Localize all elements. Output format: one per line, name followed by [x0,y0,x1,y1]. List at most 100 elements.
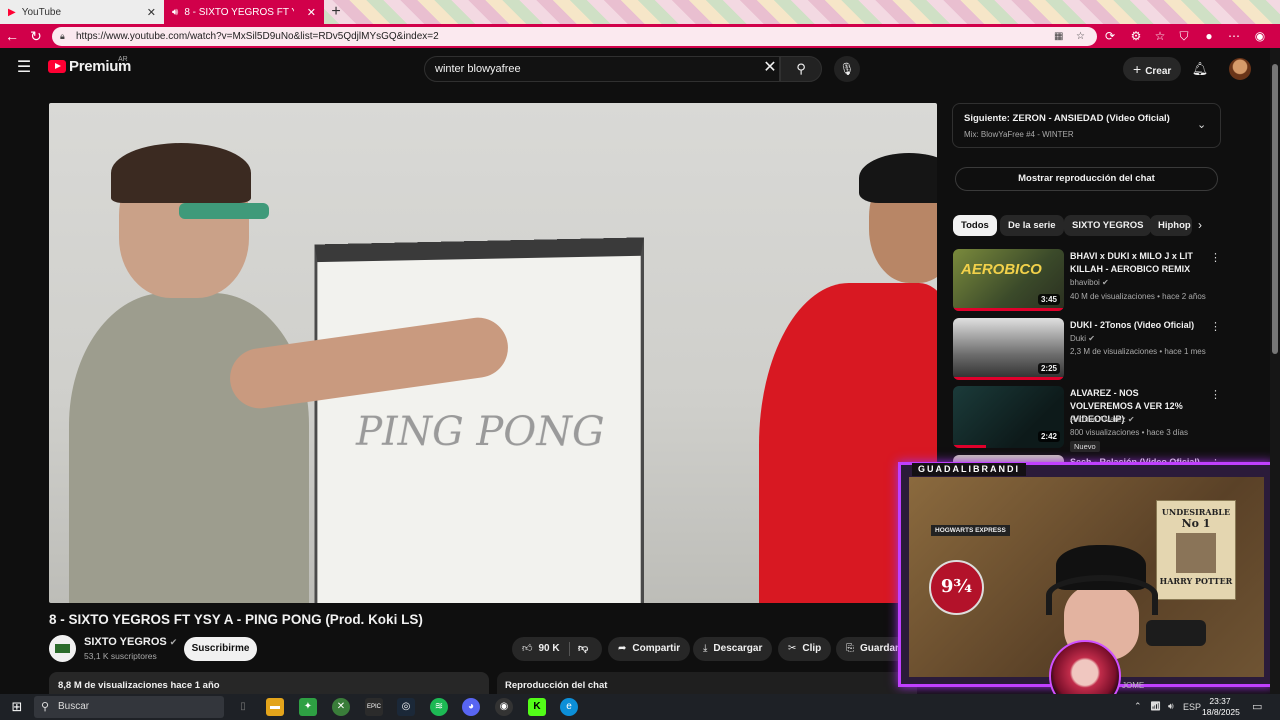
refresh-button[interactable]: ↻ [24,24,48,48]
tab-label: 8 - SIXTO YEGROS FT YSY A [184,6,294,18]
recommendation-item[interactable]: 2:42 ALVAREZ - NOS VOLVEREMOS A VER 12% … [953,386,1221,452]
kick-icon[interactable]: K [528,698,546,716]
new-tab-button[interactable]: + [326,2,346,22]
spotify-icon[interactable]: ≋ [430,698,448,716]
translate-icon[interactable]: ⚙ [1124,24,1148,48]
search-box[interactable] [424,56,780,82]
dislike-button[interactable]: 👎︎ [578,637,588,661]
clock-time: 23:37 [1209,696,1231,706]
wifi-icon[interactable]: 📶︎ [1150,701,1161,712]
taskbar-clock[interactable]: 23:37 18/8/2025 [1202,696,1240,718]
wanted-poster: UNDESIRABLE No 1 HARRY POTTER [1156,500,1236,600]
taskbar-search[interactable]: ⚲ Buscar [34,696,224,718]
youtube-header: ☰ Premium AR ✕ ⚲ 🎙︎ +Crear 🔔︎ [0,48,1270,90]
create-button[interactable]: + Crear [1123,57,1182,81]
favorite-star-icon[interactable]: ☆ [1076,27,1085,46]
scissors-icon: ✂ [788,643,797,654]
more-options-icon[interactable]: ⋮ [1210,320,1221,333]
duration-badge: 2:25 [1037,363,1060,374]
xbox-icon[interactable]: ✕ [332,698,350,716]
show-chat-replay-button[interactable]: Mostrar reproducción del chat [955,167,1218,191]
tab-video[interactable]: 🔊︎ 8 - SIXTO YEGROS FT YSY A ✕ [164,0,324,24]
chip-sixto-yegros[interactable]: SIXTO YEGROS [1064,215,1152,236]
subscriber-count: 53,1 K suscriptores [84,651,157,661]
video-thumbnail[interactable]: 2:25 [953,318,1064,380]
file-explorer-icon[interactable]: ▬ [266,698,284,716]
video-thumbnail[interactable]: 2:42 [953,386,1064,448]
shield-icon[interactable]: ⛉ [1172,24,1196,48]
verified-icon: ✔ [1127,415,1135,424]
page-scrollbar[interactable] [1270,48,1280,694]
clear-search-icon[interactable]: ✕ [760,58,780,78]
extension-icon[interactable]: ⟳ [1098,24,1122,48]
download-icon: ⤓ [703,643,708,654]
rec-channel: bhaviboi ✔ [1070,278,1109,287]
chip-todos[interactable]: Todos [953,215,997,236]
windows-start-icon[interactable]: ⊞ [8,698,26,716]
steam-icon[interactable]: ◎ [397,698,415,716]
edge-browser-icon[interactable]: e [560,698,578,716]
notifications-bell-icon[interactable]: 🔔︎ [1190,59,1210,79]
url-field[interactable]: 🔒︎ https://www.youtube.com/watch?v=MxSil… [52,27,1097,46]
more-menu-icon[interactable]: ⋯ [1222,24,1246,48]
youtube-logo[interactable]: Premium AR [48,56,131,75]
like-button[interactable]: 👍︎ 90 K [522,643,560,654]
share-icon: ➦ [618,643,627,654]
close-tab-icon[interactable]: ✕ [147,6,156,19]
chevron-right-icon[interactable]: › [1198,218,1202,232]
search-button[interactable]: ⚲ [780,56,822,82]
verified-icon: ✔ [169,637,178,647]
app-green-icon[interactable]: ✦ [299,698,317,716]
channel-avatar[interactable] [49,635,76,662]
microphone-icon: 🎙︎ [839,62,855,76]
recommendation-item[interactable]: 2:25 DUKI - 2Tonos (Video Oficial) Duki … [953,318,1221,383]
copilot-icon[interactable]: ◉ [1248,24,1272,48]
voice-search-button[interactable]: 🎙︎ [834,56,860,82]
discord-icon[interactable]: ◕ [462,698,480,716]
verified-icon: ✔ [1088,334,1095,343]
like-dislike-group: 👍︎ 90 K 👎︎ [512,637,602,661]
task-view-icon[interactable]: ▯ [234,698,252,716]
reader-view-icon[interactable]: ▦ [1054,27,1063,46]
audio-playing-icon[interactable]: 🔊︎ [172,7,178,18]
close-tab-icon[interactable]: ✕ [307,6,316,19]
save-label: Guardar [860,643,899,654]
chip-hiphop[interactable]: Hiphop [1150,215,1192,236]
chevron-up-icon[interactable]: ⌃ [1134,701,1142,712]
download-button[interactable]: ⤓ Descargar [693,637,773,661]
obs-icon[interactable]: ◉ [495,698,513,716]
volume-icon[interactable]: 🔊︎ [1168,701,1174,712]
profile-icon[interactable]: ● [1197,24,1221,48]
region-code: AR [118,56,128,63]
recommendation-item[interactable]: AEROBICO 3:45 BHAVI x DUKI x MILO J x LI… [953,249,1221,314]
subscribe-button[interactable]: Suscribirme [184,637,257,661]
scrollbar-thumb[interactable] [1272,64,1278,354]
favorites-icon[interactable]: ☆ [1148,24,1172,48]
channel-name[interactable]: SIXTO YEGROS ✔ [84,636,177,648]
microphone-prop [1146,620,1206,646]
epic-games-icon[interactable]: EPIC [365,698,383,716]
playlist-next-box[interactable]: Siguiente: ZERON - ANSIEDAD (Video Ofici… [952,103,1221,148]
new-badge: Nuevo [1070,441,1100,452]
rec-meta: 2,3 M de visualizaciones • hace 1 mes [1070,347,1206,356]
video-player[interactable]: PING PONG [49,103,937,603]
mix-name: Mix: BlowYaFree #4 - WINTER [964,130,1074,139]
language-indicator[interactable]: ESP [1183,702,1201,712]
back-button[interactable]: ← [0,24,24,48]
search-icon: ⚲ [796,61,806,76]
menu-icon[interactable]: ☰ [14,58,34,78]
account-avatar[interactable] [1229,58,1251,80]
clip-button[interactable]: ✂ Clip [778,637,832,661]
search-input[interactable] [435,63,735,75]
like-count: 90 K [538,643,560,654]
more-options-icon[interactable]: ⋮ [1210,388,1221,401]
tab-label: YouTube [21,6,61,18]
tab-youtube[interactable]: ▶ YouTube ✕ [0,0,164,24]
more-options-icon[interactable]: ⋮ [1210,251,1221,264]
chip-de-la-serie[interactable]: De la serie [1000,215,1064,236]
notifications-icon[interactable]: ▭ [1252,700,1262,713]
video-thumbnail[interactable]: AEROBICO 3:45 [953,249,1064,311]
chevron-down-icon[interactable]: ⌄ [1197,118,1206,131]
share-button[interactable]: ➦ Compartir [608,637,691,661]
rec-title: DUKI - 2Tonos (Video Oficial) [1070,320,1195,330]
